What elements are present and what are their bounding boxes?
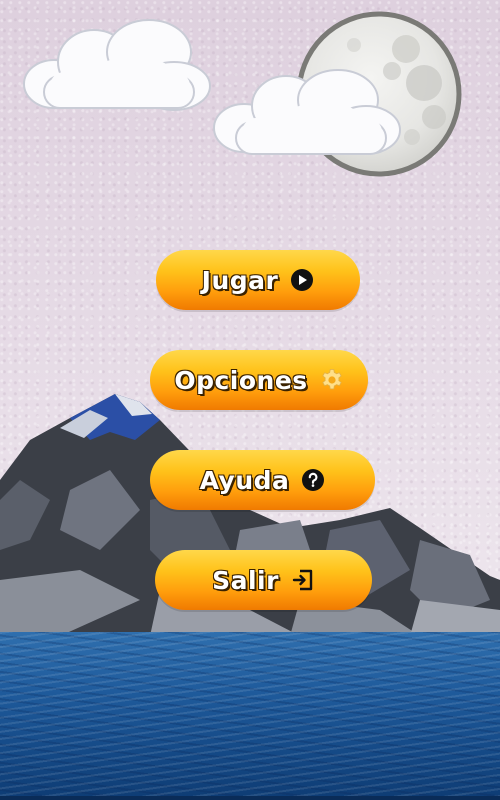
sea bbox=[0, 632, 500, 800]
options-button[interactable]: Opciones bbox=[150, 350, 368, 410]
exit-button[interactable]: Salir bbox=[155, 550, 372, 610]
play-icon bbox=[290, 268, 314, 292]
exit-button-label: Salir bbox=[212, 565, 279, 595]
options-button-label: Opciones bbox=[174, 365, 308, 395]
play-button-label: Jugar bbox=[201, 265, 279, 295]
help-button-label: Ayuda bbox=[199, 465, 290, 495]
sea-edge bbox=[0, 796, 500, 800]
exit-icon bbox=[291, 568, 315, 592]
play-button[interactable]: Jugar bbox=[156, 250, 360, 310]
cloud bbox=[23, 19, 211, 111]
cloud bbox=[213, 69, 401, 155]
help-button[interactable]: Ayuda bbox=[150, 450, 375, 510]
help-icon bbox=[301, 468, 325, 492]
gear-icon bbox=[320, 368, 344, 392]
